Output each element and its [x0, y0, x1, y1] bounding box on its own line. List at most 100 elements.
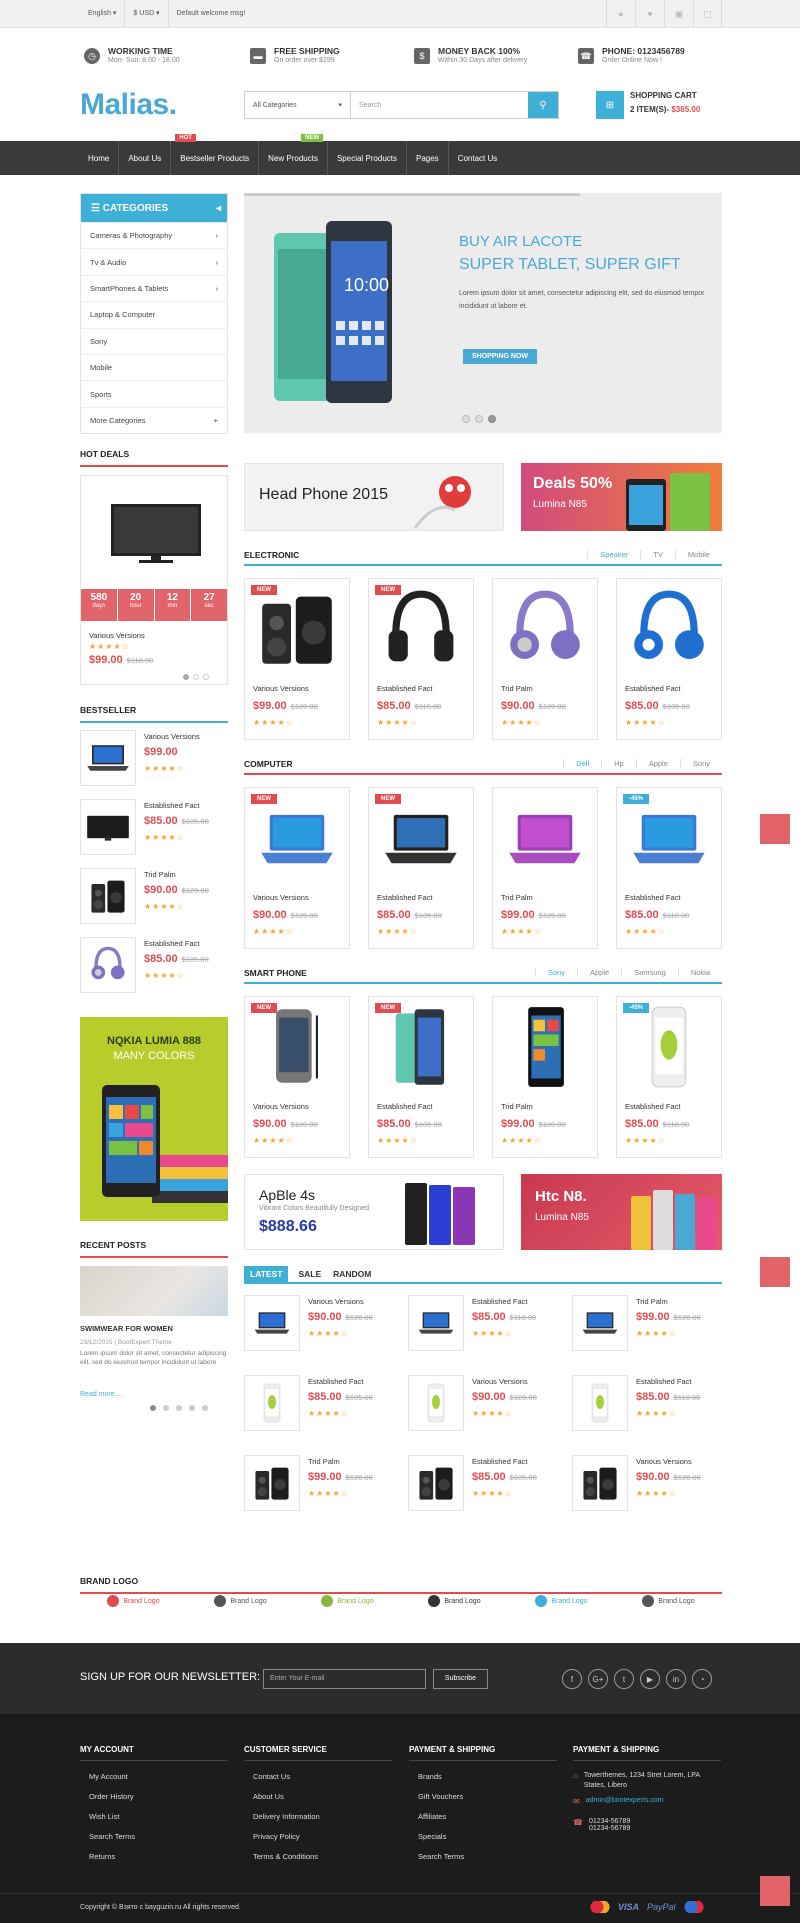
category-item[interactable]: Tv & Audio ›: [81, 248, 227, 274]
product-name[interactable]: Trid Palm: [501, 1102, 533, 1111]
rss-icon[interactable]: ◔: [692, 1669, 712, 1689]
product-thumb[interactable]: [572, 1375, 628, 1431]
product-name[interactable]: Various Versions: [253, 684, 309, 693]
footer-link[interactable]: Terms & Conditions: [244, 1852, 392, 1861]
lock-icon[interactable]: ▣: [664, 0, 693, 28]
pager-dot[interactable]: [176, 1405, 182, 1411]
product-thumb[interactable]: [80, 730, 136, 786]
product-image[interactable]: [493, 997, 597, 1097]
latest-item[interactable]: Various Versions $90.00 $120.00 ★★★★☆: [244, 1295, 404, 1359]
tab-samsung[interactable]: Samsung: [621, 968, 678, 977]
product-thumb[interactable]: [408, 1375, 464, 1431]
floating-side-button[interactable]: [760, 814, 790, 844]
product-name[interactable]: Established Fact: [308, 1377, 363, 1386]
product-name[interactable]: Trid Palm: [501, 684, 533, 693]
product-name[interactable]: Trid Palm: [308, 1457, 340, 1466]
product-name[interactable]: Established Fact: [377, 684, 432, 693]
shopping-now-button[interactable]: SHOPPING NOW: [463, 349, 538, 364]
footer-link[interactable]: Specials: [409, 1832, 557, 1841]
scroll-top-button[interactable]: [760, 1876, 790, 1906]
bestseller-item[interactable]: Various Versions $99.00 ★★★★☆: [80, 730, 240, 794]
tab-nokia[interactable]: Nokia: [677, 968, 722, 977]
footer-link[interactable]: Search Terms: [409, 1852, 557, 1861]
tab-sony[interactable]: Sony: [679, 759, 722, 768]
product-name[interactable]: Established Fact: [472, 1297, 527, 1306]
read-more-link[interactable]: Read more ...: [80, 1391, 122, 1398]
apple-banner[interactable]: ApBle 4s Vibrant Colors Beautifully Desi…: [244, 1174, 504, 1250]
product-name[interactable]: Various Versions: [253, 1102, 309, 1111]
product-card[interactable]: Trid Palm $90.00 $120.00 ★★★★☆: [492, 578, 598, 740]
product-name[interactable]: Various Versions: [308, 1297, 364, 1306]
tab-apple[interactable]: Apple: [635, 759, 680, 768]
product-thumb[interactable]: [572, 1295, 628, 1351]
category-item[interactable]: Cameras & Photography ›: [81, 222, 227, 248]
product-card[interactable]: NEW Established Fact $85.00 $105.00 ★★★★☆: [368, 996, 474, 1158]
product-name[interactable]: Established Fact: [472, 1457, 527, 1466]
search-category-select[interactable]: All Categories ▾: [245, 92, 351, 118]
pager-dot[interactable]: [189, 1405, 195, 1411]
latest-item[interactable]: Established Fact $85.00 $105.00 ★★★★☆: [408, 1455, 568, 1519]
nav-bestseller[interactable]: Bestseller Products HOT: [171, 134, 260, 175]
product-name[interactable]: Various Versions: [253, 893, 309, 902]
brand-logo[interactable]: Brand Logo: [214, 1595, 267, 1607]
footer-link[interactable]: Brands: [409, 1772, 557, 1781]
product-name[interactable]: Various Versions: [636, 1457, 692, 1466]
product-name[interactable]: Established Fact: [144, 939, 199, 948]
brand-logo[interactable]: Brand Logo: [107, 1595, 160, 1607]
pager-dot[interactable]: [163, 1405, 169, 1411]
twitter-icon[interactable]: t: [614, 1669, 634, 1689]
headphone-banner[interactable]: Head Phone 2015: [244, 463, 504, 531]
latest-item[interactable]: Established Fact $85.00 $110.00 ★★★★☆: [408, 1295, 568, 1359]
category-item[interactable]: More Categories +: [81, 406, 227, 433]
categories-header[interactable]: ☰ CATEGORIES ◂: [81, 194, 227, 222]
post-image[interactable]: [80, 1266, 228, 1316]
tab-latest[interactable]: LATEST: [244, 1266, 289, 1282]
currency-selector[interactable]: $ USD ▾: [125, 0, 169, 28]
footer-link[interactable]: Search Terms: [80, 1832, 228, 1841]
search-button[interactable]: ⚲: [528, 92, 558, 118]
brand-logo[interactable]: Brand Logo: [321, 1595, 374, 1607]
shopping-cart[interactable]: ⊞ SHOPPING CART 2 ITEM(S)- $365.00: [596, 91, 700, 119]
latest-item[interactable]: Various Versions $90.00 $120.00 ★★★★☆: [572, 1455, 732, 1519]
nav-special[interactable]: Special Products: [328, 141, 407, 175]
bestseller-item[interactable]: Trid Palm $90.00 $120.00 ★★★★☆: [80, 868, 240, 932]
tab-mobile[interactable]: Mobile: [674, 550, 722, 559]
footer-link[interactable]: Order History: [80, 1792, 228, 1801]
unlock-icon[interactable]: ▢: [693, 0, 722, 28]
search-input[interactable]: Search: [351, 92, 528, 118]
user-icon[interactable]: ●: [606, 0, 635, 28]
bestseller-item[interactable]: Established Fact $85.00 $105.00 ★★★★☆: [80, 799, 240, 863]
product-name[interactable]: Various Versions: [472, 1377, 528, 1386]
product-name[interactable]: Established Fact: [144, 801, 199, 810]
newsletter-email-input[interactable]: Enter Your E-mail: [263, 1669, 426, 1689]
tab-random[interactable]: RANDOM: [331, 1266, 373, 1282]
latest-item[interactable]: Established Fact $85.00 $105.00 ★★★★☆: [244, 1375, 404, 1439]
tab-sony[interactable]: Sony: [534, 968, 577, 977]
youtube-icon[interactable]: ▶: [640, 1669, 660, 1689]
product-thumb[interactable]: [80, 799, 136, 855]
product-thumb[interactable]: [244, 1295, 300, 1351]
product-name[interactable]: Trid Palm: [636, 1297, 668, 1306]
product-thumb[interactable]: [80, 937, 136, 993]
footer-link[interactable]: Gift Vouchers: [409, 1792, 557, 1801]
product-name[interactable]: Established Fact: [625, 684, 680, 693]
product-name[interactable]: Established Fact: [377, 893, 432, 902]
category-item[interactable]: Sony: [81, 327, 227, 354]
brand-logo[interactable]: Brand Logo: [535, 1595, 588, 1607]
product-card[interactable]: -45% Established Fact $85.00 $110.00 ★★★★…: [616, 996, 722, 1158]
product-name[interactable]: Established Fact: [625, 893, 680, 902]
product-thumb[interactable]: [244, 1375, 300, 1431]
footer-link[interactable]: Contact Us: [244, 1772, 392, 1781]
product-name[interactable]: Trid Palm: [144, 870, 176, 879]
product-image[interactable]: [617, 579, 721, 679]
footer-link[interactable]: About Us: [244, 1792, 392, 1801]
google-plus-icon[interactable]: G+: [588, 1669, 608, 1689]
product-card[interactable]: NEW Various Versions $99.00 $120.00 ★★★★☆: [244, 578, 350, 740]
slider-dot-active[interactable]: [488, 415, 496, 423]
tab-apple[interactable]: Apple: [576, 968, 621, 977]
product-name[interactable]: Various Versions: [144, 732, 200, 741]
latest-item[interactable]: Trid Palm $99.00 $120.00 ★★★★☆: [572, 1295, 732, 1359]
nav-pages[interactable]: Pages: [407, 141, 449, 175]
language-selector[interactable]: English ▾: [80, 0, 126, 28]
cart-icon[interactable]: ⊞: [596, 91, 624, 119]
